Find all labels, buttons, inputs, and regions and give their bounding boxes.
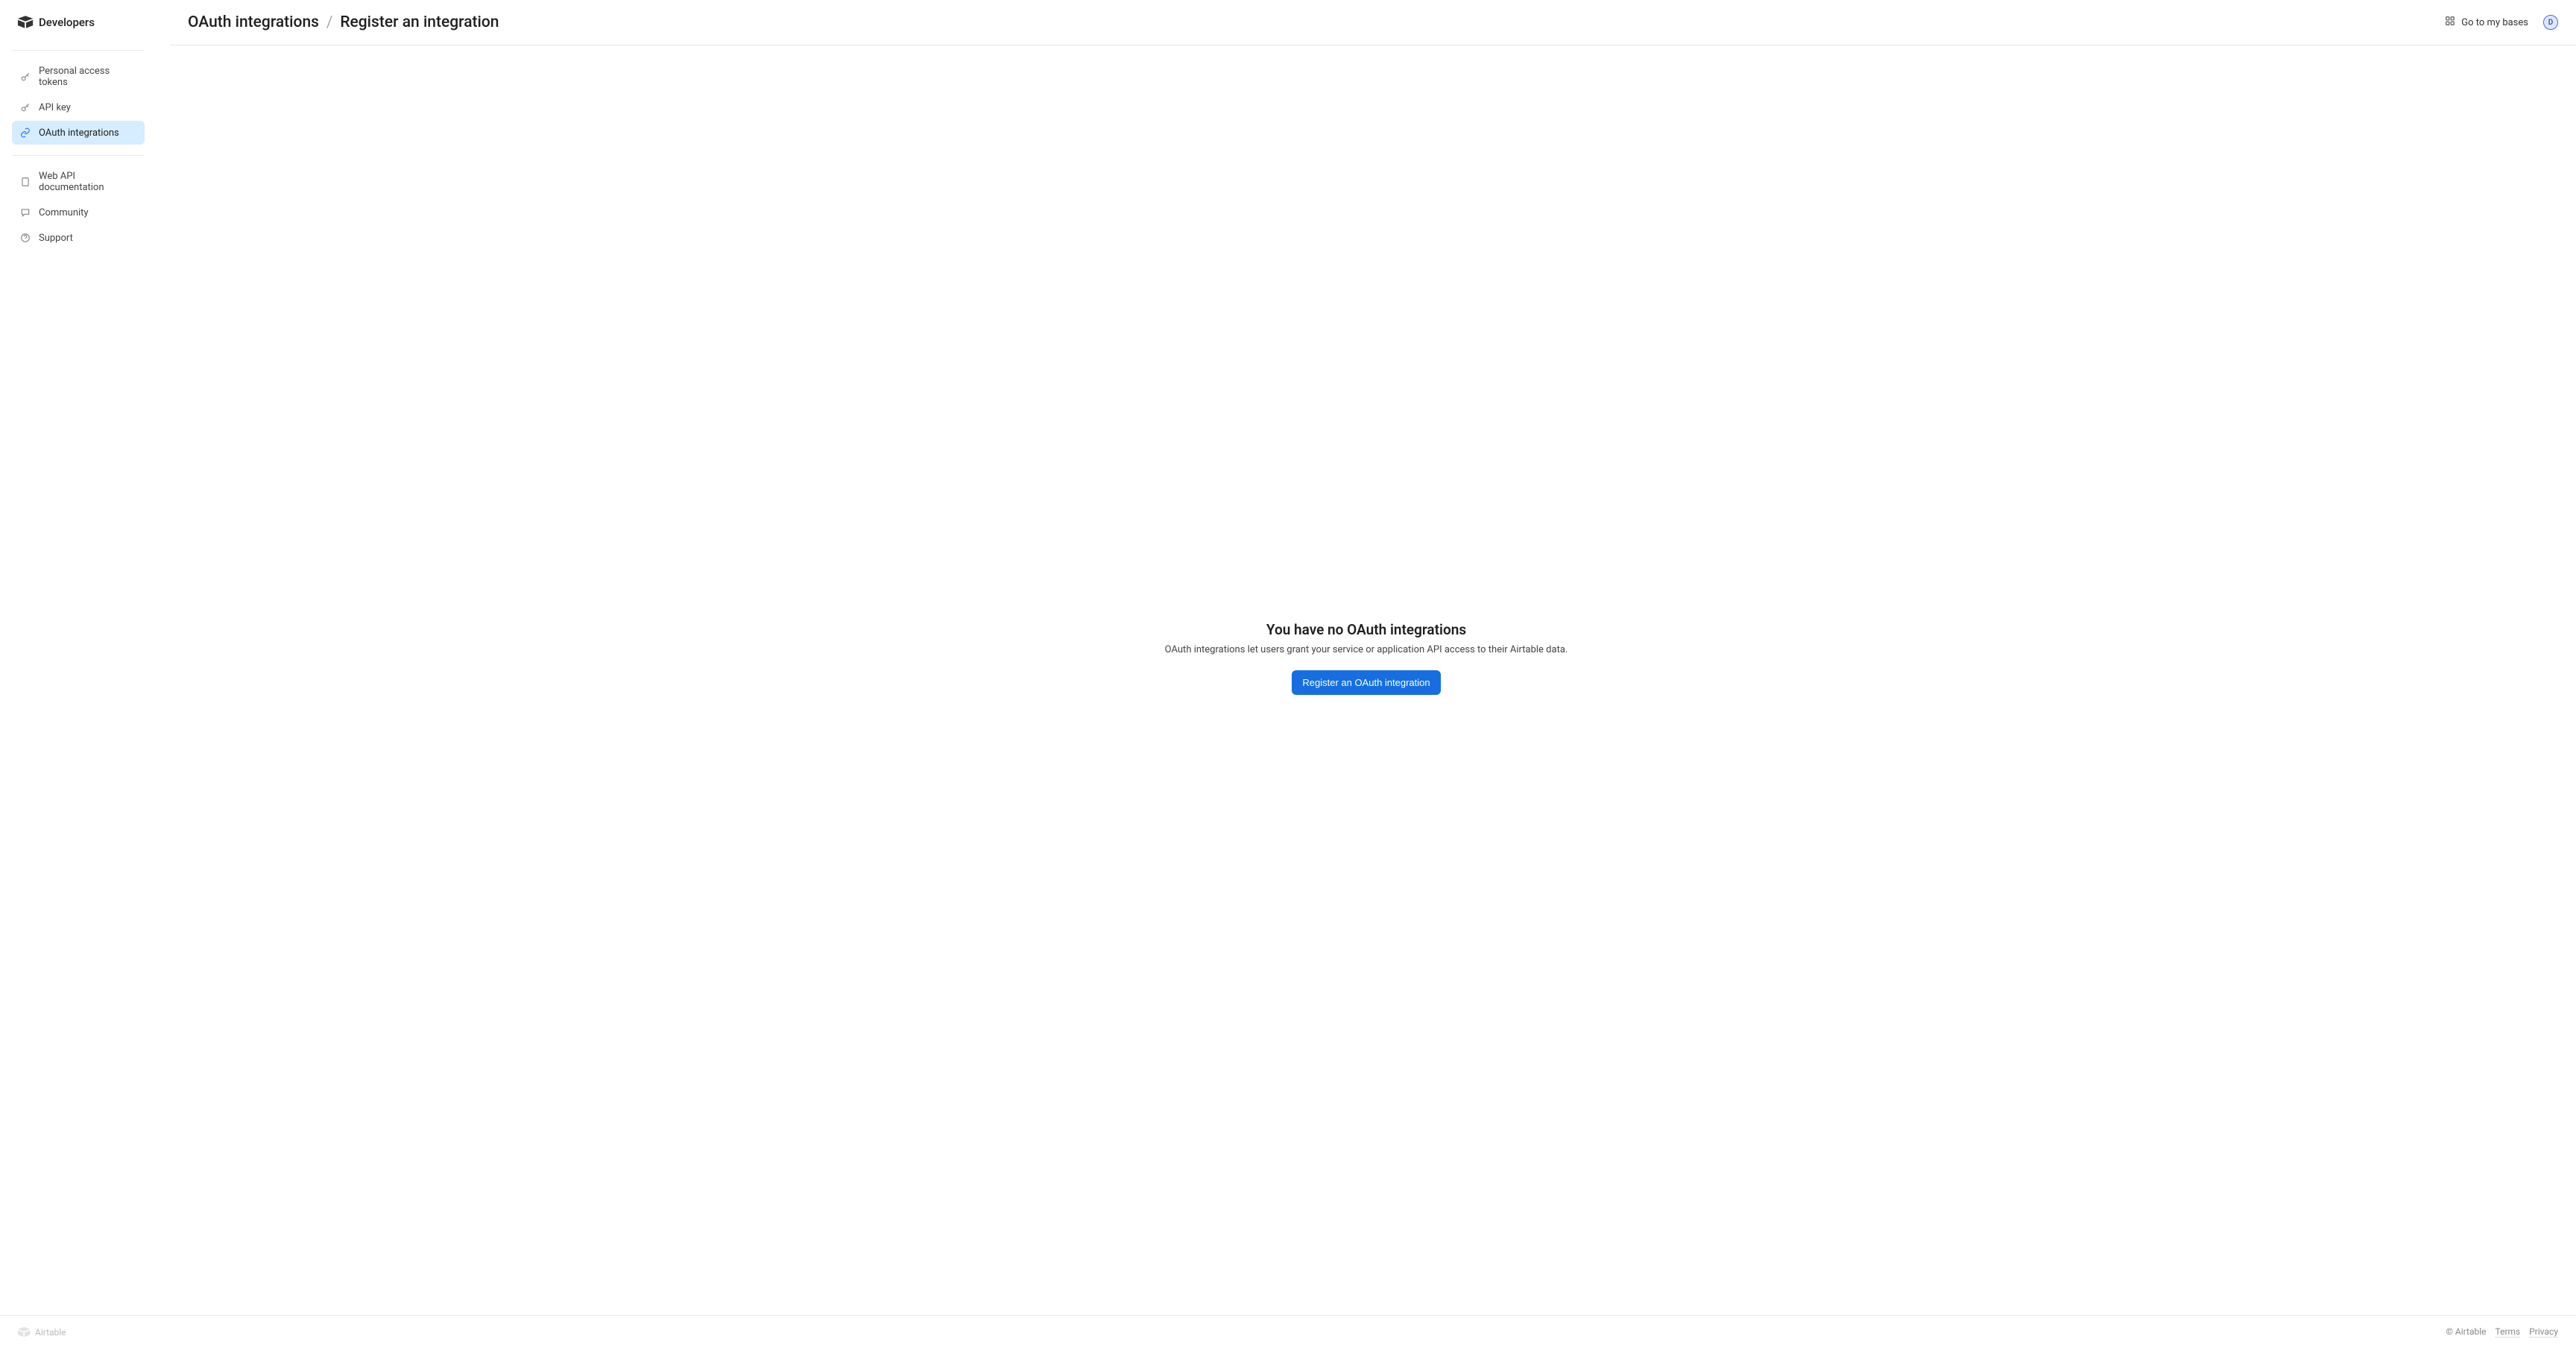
sidebar-item-oauth-integrations[interactable]: OAuth integrations [12,121,145,145]
footer-privacy-link[interactable]: Privacy [2529,1326,2558,1338]
nav-label: OAuth integrations [39,127,119,139]
nav-secondary: Web API documentation Community [0,162,157,254]
divider [12,50,145,51]
go-to-bases-label: Go to my bases [2461,17,2528,28]
sidebar-item-personal-access-tokens[interactable]: Personal access tokens [12,60,145,94]
breadcrumb: OAuth integrations / Register an integra… [188,13,499,31]
breadcrumb-separator: / [326,13,332,31]
logo-text: Developers [39,16,95,29]
nav-label: Web API documentation [39,171,137,193]
empty-state: You have no OAuth integrations OAuth int… [1165,621,1568,695]
footer-links: © Airtable Terms Privacy [2446,1326,2558,1338]
content: You have no OAuth integrations OAuth int… [157,45,2576,1315]
nav-label: Support [39,233,73,244]
nav-label: API key [39,102,71,113]
footer: Airtable © Airtable Terms Privacy [0,1315,2576,1348]
sidebar-item-community[interactable]: Community [12,201,145,224]
empty-state-description: OAuth integrations let users grant your … [1165,644,1568,655]
empty-state-title: You have no OAuth integrations [1165,621,1568,638]
book-icon [19,176,31,188]
link-icon [19,127,31,139]
key-icon [19,71,31,83]
divider [12,155,145,156]
nav-label: Personal access tokens [39,66,137,88]
breadcrumb-current: Register an integration [340,13,499,31]
go-to-bases-link[interactable]: Go to my bases [2445,16,2528,29]
comment-icon [19,207,31,218]
breadcrumb-parent[interactable]: OAuth integrations [188,13,319,31]
sidebar-item-support[interactable]: Support [12,226,145,250]
nav-primary: Personal access tokens API key [0,57,157,149]
header: OAuth integrations / Register an integra… [170,0,2576,45]
sidebar-logo[interactable]: Developers [0,0,157,44]
register-oauth-button[interactable]: Register an OAuth integration [1292,670,1440,695]
sidebar: Developers Personal access tokens [0,0,157,1315]
help-icon [19,232,31,244]
footer-logo-text: Airtable [35,1327,66,1338]
airtable-logo-icon [18,15,34,29]
footer-logo[interactable]: Airtable [18,1326,66,1338]
nav-label: Community [39,207,89,218]
main: OAuth integrations / Register an integra… [157,0,2576,1315]
sidebar-item-api-key[interactable]: API key [12,95,145,119]
grid-icon [2445,16,2455,29]
avatar[interactable]: D [2543,15,2558,30]
footer-terms-link[interactable]: Terms [2496,1326,2521,1338]
footer-copyright: © Airtable [2446,1326,2487,1338]
header-right: Go to my bases D [2445,15,2558,30]
key-icon [19,101,31,113]
sidebar-item-web-api-docs[interactable]: Web API documentation [12,165,145,199]
